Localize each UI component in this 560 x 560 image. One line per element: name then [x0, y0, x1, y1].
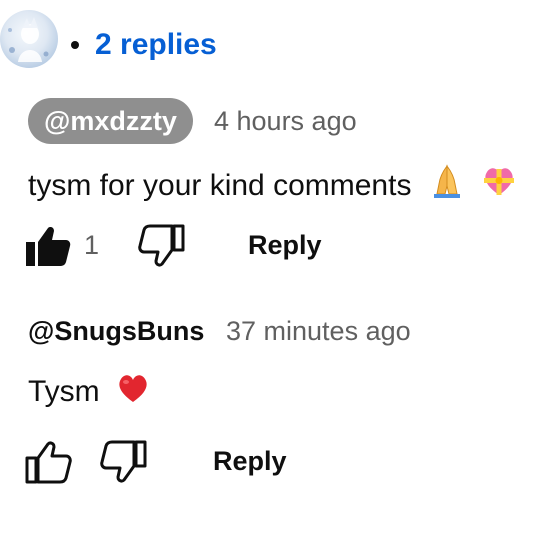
- comment-thread: 2 replies @mxdzzty 4 hours ago tysm for …: [0, 0, 560, 560]
- like-button[interactable]: [24, 222, 72, 270]
- dislike-button[interactable]: [100, 438, 148, 486]
- comment-text: tysm for your kind comments: [28, 164, 516, 206]
- reply-button[interactable]: Reply: [248, 230, 322, 261]
- replies-link[interactable]: 2 replies: [95, 28, 217, 62]
- comment-timestamp[interactable]: 37 minutes ago: [226, 316, 411, 347]
- comment-item: @SnugsBuns 37 minutes ago Tysm Reply: [0, 300, 560, 500]
- bullet-dot: [71, 41, 79, 49]
- thumbs-down-icon: [138, 224, 185, 267]
- reply-button[interactable]: Reply: [213, 446, 287, 477]
- thumbs-up-filled-icon: [26, 227, 71, 266]
- heart-with-ribbon-emoji: [482, 164, 516, 206]
- like-button[interactable]: [24, 438, 72, 486]
- thumbs-down-icon: [100, 440, 147, 483]
- comment-item: @mxdzzty 4 hours ago tysm for your kind …: [0, 92, 560, 292]
- avatar[interactable]: [0, 10, 58, 68]
- comment-author-chip[interactable]: @mxdzzty: [28, 98, 193, 144]
- thumbs-up-icon: [25, 441, 72, 484]
- comment-text-body: Tysm: [28, 375, 100, 408]
- dislike-button[interactable]: [138, 222, 186, 270]
- comment-text: Tysm: [28, 372, 150, 412]
- comment-timestamp[interactable]: 4 hours ago: [214, 106, 357, 137]
- like-count: 1: [84, 230, 100, 260]
- red-heart-emoji: [116, 372, 150, 412]
- avatar-illustration: [8, 17, 49, 62]
- comment-author[interactable]: @SnugsBuns: [28, 316, 204, 347]
- comment-actions: Reply: [0, 426, 560, 486]
- thread-header: 2 replies: [0, 0, 560, 92]
- folded-hands-emoji: [428, 164, 466, 206]
- comment-text-body: tysm for your kind comments: [28, 169, 412, 202]
- comment-actions: 1 Reply: [0, 218, 560, 278]
